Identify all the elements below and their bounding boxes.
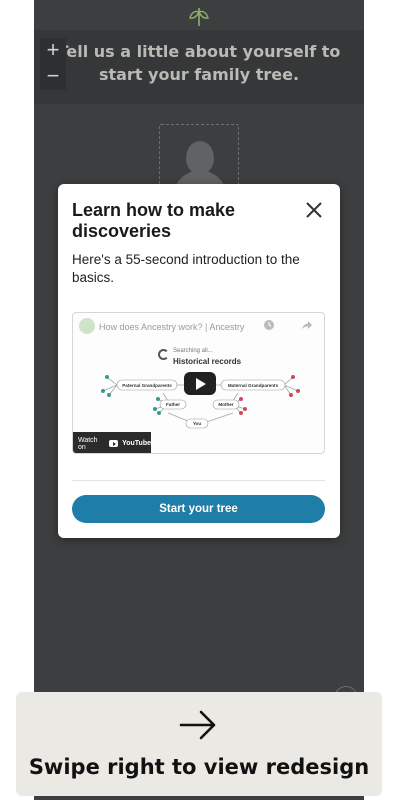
swipe-hint-card[interactable]: Swipe right to view redesign xyxy=(16,692,382,796)
you-node-label: You xyxy=(193,421,202,426)
zoom-in-button[interactable]: + xyxy=(40,38,66,64)
video-title[interactable]: How does Ancestry work? | Ancestry xyxy=(99,322,249,332)
watch-on-youtube-button[interactable]: Watch on YouTube xyxy=(73,432,151,453)
modal-description: Here's a 55-second introduction to the b… xyxy=(72,252,300,285)
clock-icon[interactable] xyxy=(263,319,275,331)
loading-spinner-icon xyxy=(158,349,169,360)
swipe-hint-text: Swipe right to view redesign xyxy=(28,755,370,779)
searching-text: Searching all... xyxy=(173,348,213,354)
zoom-out-button[interactable]: − xyxy=(40,64,66,90)
father-node-label: Father xyxy=(166,402,180,407)
discoveries-modal: Learn how to make discoveries Here's a 5… xyxy=(58,184,340,538)
modal-title: Learn how to make discoveries xyxy=(72,200,236,241)
leaf-logo-icon xyxy=(189,8,209,26)
banner-text: Tell us a little about yourself to start… xyxy=(57,42,341,84)
start-your-tree-button[interactable]: Start your tree xyxy=(72,495,325,523)
mother-node-label: Mother xyxy=(218,402,234,407)
youtube-icon xyxy=(108,440,119,447)
play-icon[interactable] xyxy=(184,372,216,395)
intro-video[interactable]: Paternal Grandparents Maternal Grandpare… xyxy=(72,312,325,454)
modal-divider xyxy=(72,480,325,481)
ancestry-channel-icon xyxy=(79,318,95,334)
arrow-right-icon xyxy=(179,710,216,740)
maternal-node-label: Maternal Grandparents xyxy=(228,383,279,388)
paternal-node-label: Paternal Grandparents xyxy=(122,383,172,388)
person-silhouette-icon xyxy=(186,141,214,175)
watch-on-label: Watch on xyxy=(78,436,98,451)
close-icon[interactable] xyxy=(302,198,326,222)
share-icon[interactable] xyxy=(301,319,313,331)
youtube-label: YouTube xyxy=(122,440,151,447)
top-bar xyxy=(34,4,364,30)
historical-records-text: Historical records xyxy=(173,357,242,366)
